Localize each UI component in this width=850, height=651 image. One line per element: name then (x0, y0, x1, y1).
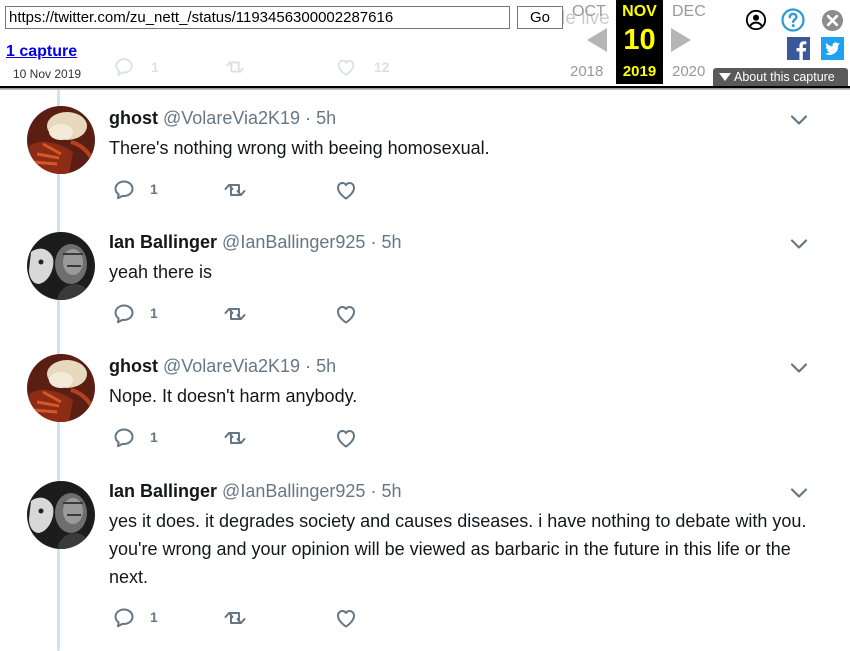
capture-date: 10 Nov 2019 (13, 67, 82, 81)
current-day-label: 10 (623, 24, 656, 56)
author-name[interactable]: Ian Ballinger (109, 232, 217, 252)
reply-count: 1 (150, 609, 158, 625)
separator: · (370, 232, 377, 252)
author-handle[interactable]: @IanBallinger925 (222, 232, 365, 252)
tweet-header: ghost @VolareVia2K19 · 5h (109, 108, 336, 129)
avatar[interactable] (27, 354, 95, 422)
next-month-label[interactable]: DEC (672, 3, 706, 21)
background-reply-count: 1 (151, 59, 159, 75)
like-icon (337, 59, 355, 76)
wayback-url-input[interactable] (5, 6, 510, 29)
close-icon[interactable] (821, 9, 844, 32)
facebook-icon[interactable] (787, 37, 810, 60)
captures-link[interactable]: 1 capture (6, 43, 77, 61)
reply-icon[interactable] (112, 302, 136, 326)
timestamp[interactable]: 5h (381, 232, 401, 252)
reply-icon[interactable] (112, 606, 136, 630)
caret-down-icon (719, 73, 731, 81)
author-handle[interactable]: @VolareVia2K19 (163, 356, 300, 376)
reply-count: 1 (150, 429, 158, 445)
like-icon[interactable] (334, 426, 358, 450)
tweet-header: Ian Ballinger @IanBallinger925 · 5h (109, 232, 401, 253)
timestamp[interactable]: 5h (316, 108, 336, 128)
timestamp[interactable]: 5h (381, 481, 401, 501)
retweet-icon[interactable] (223, 426, 247, 450)
prev-year-label[interactable]: 2018 (570, 63, 603, 80)
tweet-text: There's nothing wrong with beeing homose… (109, 138, 490, 158)
avatar[interactable] (27, 481, 95, 549)
author-name[interactable]: Ian Ballinger (109, 481, 217, 501)
retweet-icon[interactable] (223, 302, 247, 326)
next-capture-arrow-icon[interactable] (671, 28, 691, 52)
tweet-actions: 1 (112, 426, 372, 450)
tweet-header: ghost @VolareVia2K19 · 5h (109, 356, 336, 377)
about-capture-button[interactable]: About this capture (713, 68, 848, 86)
avatar[interactable] (27, 106, 95, 174)
separator: · (305, 108, 312, 128)
reply-icon[interactable] (112, 178, 136, 202)
retweet-icon[interactable] (223, 606, 247, 630)
next-year-label[interactable]: 2020 (672, 63, 705, 80)
timestamp[interactable]: 5h (316, 356, 336, 376)
prev-capture-arrow-icon[interactable] (587, 28, 607, 52)
tweet-text: Nope. It doesn't harm anybody. (109, 386, 358, 406)
wayback-toolbar: ople live in 1 12 Go 1 capture 10 Nov 20… (0, 0, 850, 86)
separator: · (305, 356, 312, 376)
background-like-count: 12 (374, 59, 390, 75)
retweet-icon (226, 61, 244, 73)
reply-icon (115, 58, 133, 77)
tweet-actions: 1 (112, 606, 372, 630)
author-handle[interactable]: @VolareVia2K19 (163, 108, 300, 128)
like-icon[interactable] (334, 178, 358, 202)
tweet-text: yeah there is (109, 262, 213, 282)
author-name[interactable]: ghost (109, 356, 158, 376)
chevron-down-icon[interactable] (790, 238, 808, 250)
go-button[interactable]: Go (517, 6, 563, 29)
tweet-actions: 1 (112, 178, 372, 202)
like-icon[interactable] (334, 302, 358, 326)
author-name[interactable]: ghost (109, 108, 158, 128)
twitter-icon[interactable] (821, 37, 844, 60)
help-icon[interactable] (781, 8, 805, 32)
prev-month-label[interactable]: OCT (572, 3, 606, 21)
retweet-icon[interactable] (223, 178, 247, 202)
chevron-down-icon[interactable] (790, 114, 808, 126)
current-year-label: 2019 (622, 63, 657, 80)
reply-count: 1 (150, 181, 158, 197)
current-capture-date: NOV 10 2019 (616, 0, 663, 84)
author-handle[interactable]: @IanBallinger925 (222, 481, 365, 501)
user-icon[interactable] (745, 9, 767, 31)
separator: · (370, 481, 377, 501)
reply-count: 1 (150, 305, 158, 321)
chevron-down-icon[interactable] (790, 362, 808, 374)
tweet-actions: 1 (112, 302, 372, 326)
about-capture-label: About this capture (734, 70, 835, 84)
current-month-label: NOV (622, 3, 657, 20)
toolbar-border (0, 86, 850, 90)
tweet-header: Ian Ballinger @IanBallinger925 · 5h (109, 481, 401, 502)
like-icon[interactable] (334, 606, 358, 630)
tweet-text: yes it does. it degrades society and cau… (109, 511, 807, 587)
avatar[interactable] (27, 232, 95, 300)
chevron-down-icon[interactable] (790, 487, 808, 499)
reply-icon[interactable] (112, 426, 136, 450)
